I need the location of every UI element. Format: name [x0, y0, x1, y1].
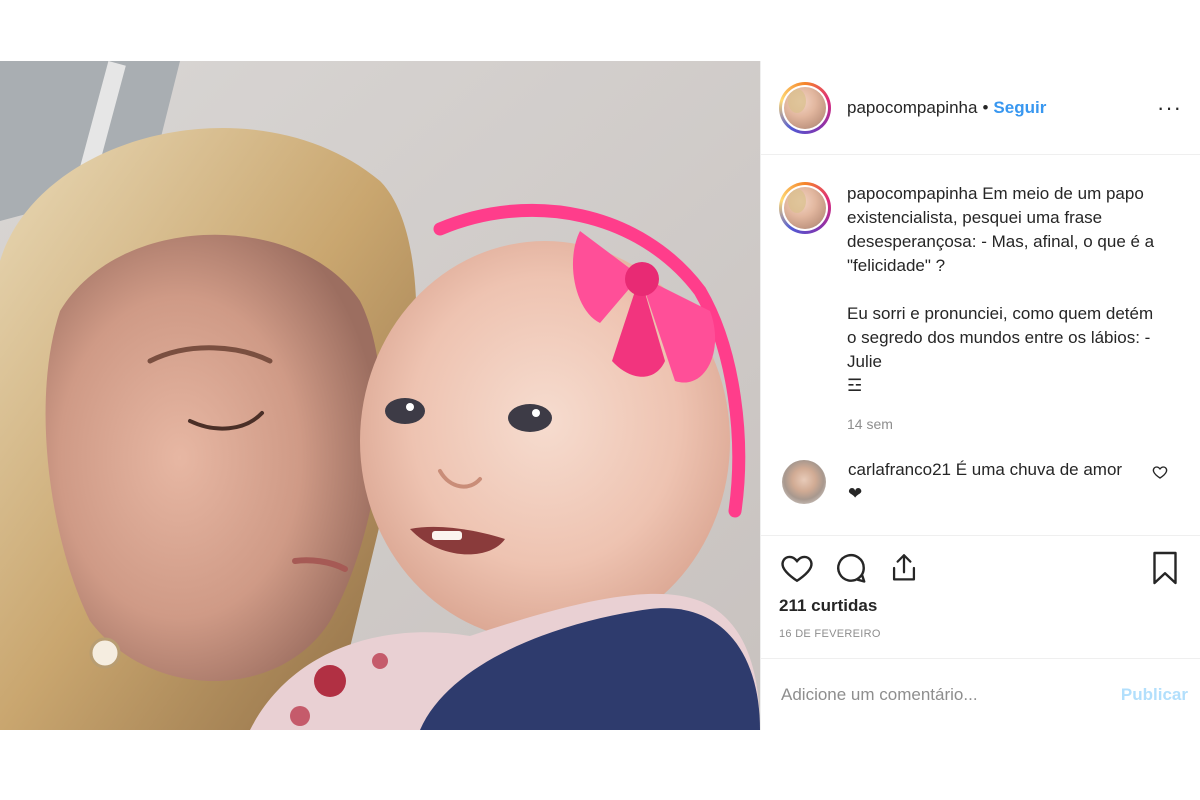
small-heart-icon[interactable]: [1152, 464, 1168, 485]
bookmark-icon[interactable]: [1150, 550, 1180, 591]
caption-story-ring[interactable]: [779, 182, 831, 234]
header-separator: •: [982, 97, 989, 117]
caption-avatar-border: [782, 185, 828, 231]
comment-input[interactable]: [781, 684, 1121, 705]
caption: papocompapinha Em meio de um papo existe…: [847, 182, 1167, 436]
add-comment-bar: Publicar: [761, 658, 1200, 730]
publish-button[interactable]: Publicar: [1121, 685, 1188, 705]
post-date[interactable]: 16 DE FEVEREIRO: [779, 628, 1180, 640]
avatar-border: [782, 84, 828, 131]
caption-username[interactable]: papocompapinha: [847, 184, 977, 203]
caption-paragraph: papocompapinha Em meio de um papo existe…: [847, 182, 1167, 398]
comment-item: carlafranco21 É uma chuva de amor ❤: [779, 458, 1180, 506]
comments-section: papocompapinha Em meio de um papo existe…: [761, 156, 1200, 536]
story-ring[interactable]: [779, 81, 831, 134]
header-username[interactable]: papocompapinha: [847, 98, 977, 118]
caption-avatar[interactable]: [784, 187, 826, 229]
share-upload-icon[interactable]: [887, 550, 921, 591]
comment-username[interactable]: carlafranco21: [848, 460, 951, 479]
post-photo[interactable]: [0, 61, 760, 730]
speech-bubble-icon[interactable]: [833, 550, 869, 591]
photo-illustration: [0, 61, 760, 730]
post-header: papocompapinha • Seguir ···: [761, 61, 1200, 155]
action-icons: [779, 550, 1180, 590]
more-options-icon[interactable]: ···: [1157, 96, 1182, 119]
comment-avatar[interactable]: [782, 460, 826, 504]
caption-time-ago[interactable]: 14 sem: [847, 412, 1167, 436]
caption-row: papocompapinha Em meio de um papo existe…: [779, 182, 1180, 436]
post-sidebar: papocompapinha • Seguir ··· papocompapin…: [760, 61, 1200, 730]
post-actions: 211 curtidas 16 DE FEVEREIRO: [761, 535, 1200, 640]
likes-count[interactable]: 211 curtidas: [779, 596, 1180, 616]
follow-button[interactable]: Seguir: [993, 98, 1046, 118]
heart-outline-icon[interactable]: [779, 550, 815, 591]
instagram-post: papocompapinha • Seguir ··· papocompapin…: [0, 61, 1200, 730]
caption-text: Em meio de um papo existencialista, pesq…: [847, 184, 1155, 395]
comment-body: carlafranco21 É uma chuva de amor ❤: [848, 458, 1128, 506]
avatar[interactable]: [784, 86, 826, 129]
